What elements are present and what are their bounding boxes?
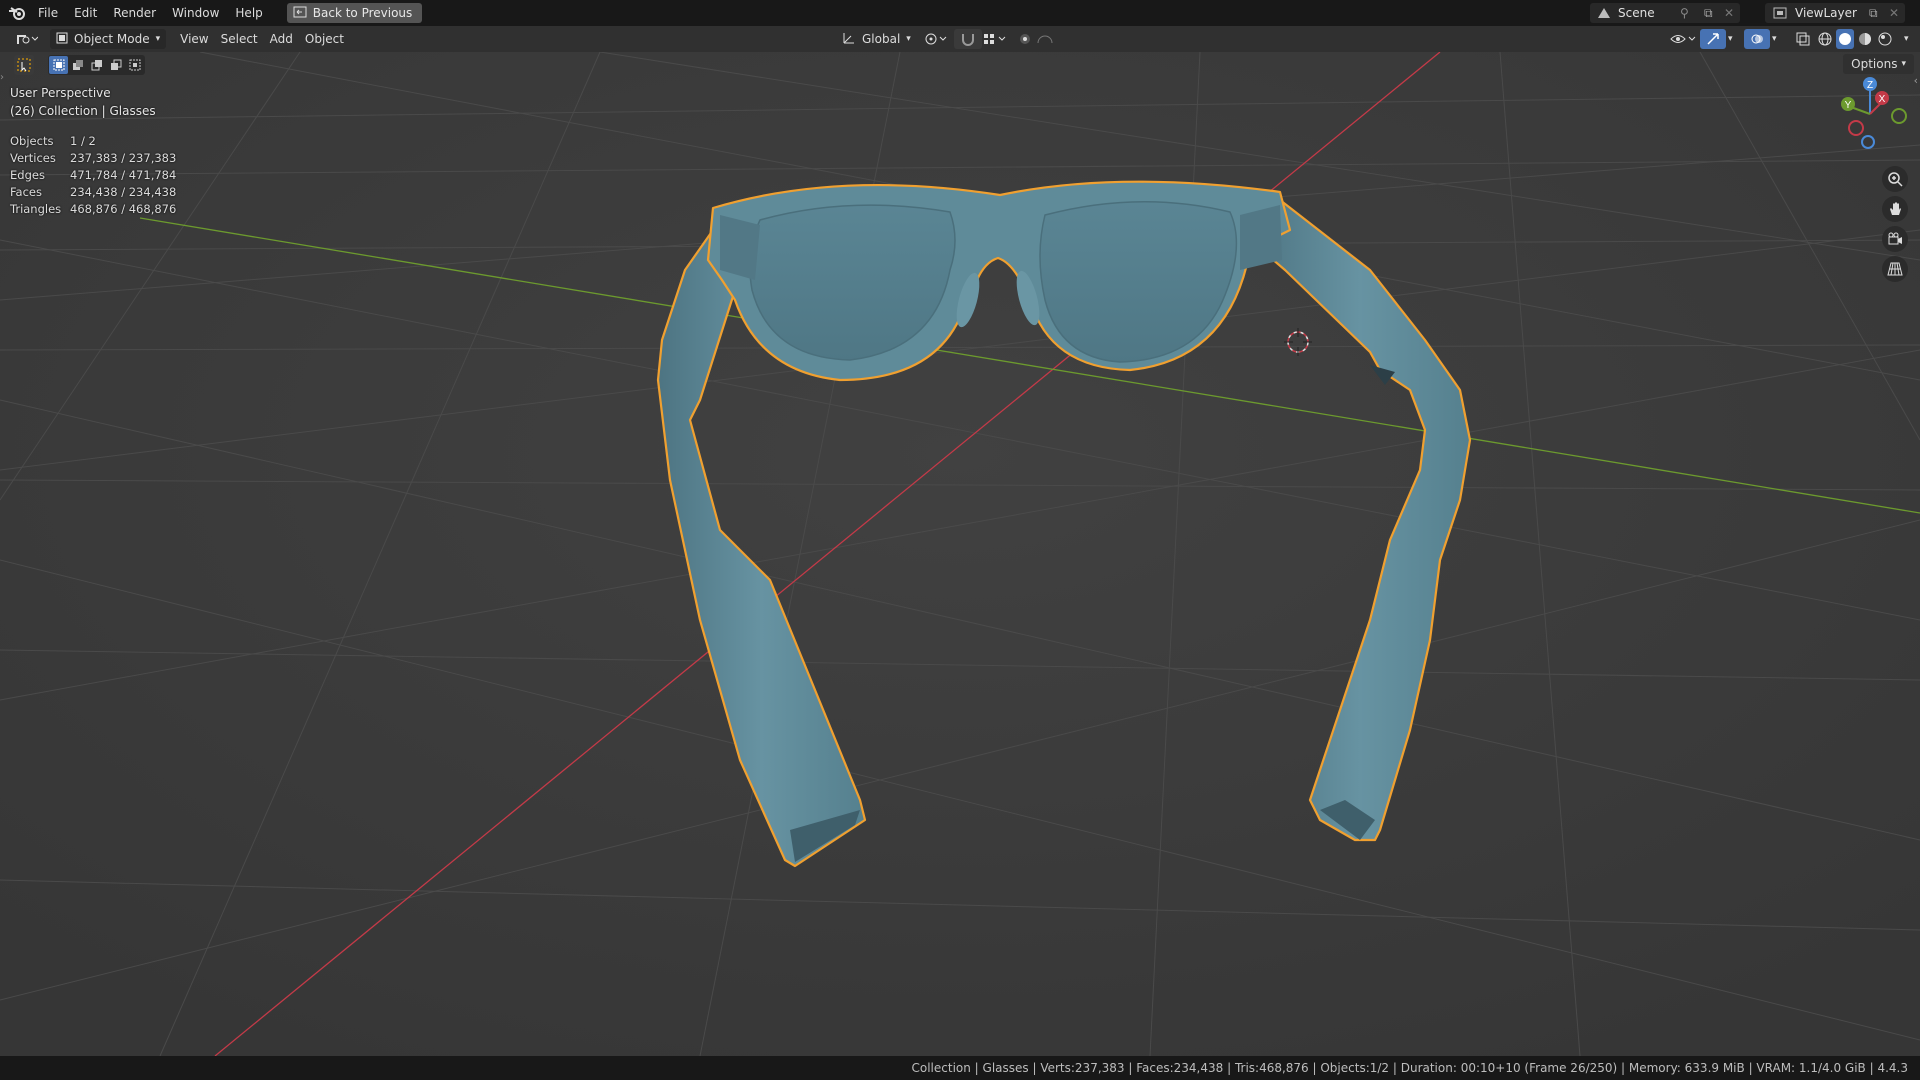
solid-sphere-icon [1839,33,1851,45]
view-perspective-label: User Perspective [10,86,111,100]
stat-triangles: Triangles 468,876 / 468,876 [10,201,177,216]
selection-mode-group [48,55,145,75]
xray-toggle[interactable] [1790,29,1816,49]
material-sphere-icon [1859,33,1871,45]
gizmo-neg-y-icon [1891,108,1907,124]
gizmo-x-label: X [1879,94,1886,105]
magnet-icon [962,34,974,46]
snap-target-dropdown[interactable] [976,29,1014,49]
navigation-gizmo[interactable]: Z X Y [1830,74,1910,154]
overlays-icon [1751,34,1763,44]
shading-rendered-button[interactable] [1876,29,1894,49]
chevron-down-icon: ▾ [906,34,911,44]
pan-view-icon[interactable] [1882,196,1908,222]
view-layer-selector[interactable]: ViewLayer ⧉ ✕ [1765,3,1905,23]
left-hinge [720,215,760,280]
shading-solid-button[interactable] [1836,29,1854,49]
transform-orientation-dropdown[interactable]: Global ▾ [836,29,917,49]
close-layer-icon[interactable]: ✕ [1889,6,1905,20]
select-intersect-icon[interactable] [125,56,144,74]
editor-type-dropdown[interactable] [10,29,44,49]
options-label: Options [1851,57,1898,71]
xray-icon [1796,32,1810,46]
menu-select[interactable]: Select [215,29,264,49]
overlays-dropdown-chevron-icon[interactable]: ▾ [1766,29,1783,49]
scene-selector[interactable]: Scene ⚲ ⧉ ✕ [1590,3,1740,23]
orientation-icon [842,31,856,48]
zoom-view-icon[interactable] [1882,166,1908,192]
stat-vertices: Vertices 237,383 / 237,383 [10,150,177,165]
wireframe-sphere-icon [1818,32,1832,46]
menu-view[interactable]: View [174,29,214,49]
gizmo-z-label: Z [1867,80,1873,91]
viewport-canvas [0,52,1920,1056]
camera-view-icon[interactable] [1882,226,1908,252]
menu-object[interactable]: Object [299,29,350,49]
status-info: Collection | Glasses | Verts:237,383 | F… [911,1061,1909,1075]
left-toolbar-toggle-icon[interactable]: › [0,72,4,83]
new-layer-icon[interactable]: ⧉ [1869,6,1889,21]
pin-icon[interactable]: ⚲ [1680,6,1704,20]
new-scene-icon[interactable]: ⧉ [1704,6,1724,21]
select-invert-icon[interactable] [106,56,125,74]
gizmo-y-label: Y [1845,100,1852,111]
scene-statistics: Objects 1 / 2 Vertices 237,383 / 237,383 E… [10,132,176,217]
stat-edges: Edges 471,784 / 471,784 [10,167,177,182]
proportional-edit-icon [1020,34,1053,44]
menu-help[interactable]: Help [227,0,270,26]
stat-objects: Objects 1 / 2 [10,133,96,148]
object-mode-icon [56,32,68,47]
view-layer-name: ViewLayer [1795,6,1857,20]
select-extend-icon[interactable] [68,56,87,74]
menu-render[interactable]: Render [105,0,164,26]
mode-dropdown[interactable]: Object Mode ▾ [50,29,167,49]
shading-wireframe-button[interactable] [1816,29,1834,49]
stat-faces: Faces 234,438 / 234,438 [10,184,177,199]
eye-icon [1670,35,1696,43]
menu-window[interactable]: Window [164,0,227,26]
options-dropdown[interactable]: Options ▾ [1843,54,1914,74]
editor-type-icon [17,35,38,44]
menu-add[interactable]: Add [264,29,299,49]
gizmo-neg-x-icon [1848,120,1864,136]
select-new-icon[interactable] [49,56,68,74]
3d-viewport[interactable]: User Perspective (26) Collection | Glass… [0,52,1920,1056]
scene-name: Scene [1618,6,1655,20]
menu-file[interactable]: File [30,0,66,26]
mode-label: Object Mode [74,32,150,46]
orientation-label: Global [862,32,901,46]
sidebar-toggle-icon[interactable]: ‹ [1914,74,1918,87]
back-label: Back to Previous [312,6,413,20]
viewport-header: Object Mode ▾ View Select Add Object Glo… [0,26,1920,52]
gizmo-dropdown-chevron-icon[interactable]: ▾ [1722,29,1739,49]
select-subtract-icon[interactable] [87,56,106,74]
view-layer-icon [1765,6,1795,20]
back-icon [293,6,307,21]
back-to-previous-button[interactable]: Back to Previous [286,3,423,23]
visibility-dropdown[interactable] [1664,29,1704,49]
perspective-toggle-icon[interactable] [1882,256,1908,282]
chevron-down-icon: ▾ [155,34,161,44]
close-scene-icon[interactable]: ✕ [1724,6,1740,20]
shading-material-button[interactable] [1856,29,1874,49]
snap-grid-icon [984,34,1006,44]
rendered-sphere-icon [1878,32,1892,46]
menu-edit[interactable]: Edit [66,0,105,26]
gizmo-icon [1707,33,1719,45]
chevron-down-icon: ▾ [1901,59,1906,69]
proportional-edit-toggle[interactable] [1012,29,1064,49]
pivot-point-dropdown[interactable] [918,29,956,49]
right-hinge [1240,205,1282,270]
active-collection-label: (26) Collection | Glasses [10,104,156,118]
gizmo-neg-z-icon [1861,135,1875,149]
shading-dropdown-chevron-icon[interactable]: ▾ [1898,29,1915,49]
pivot-icon [925,33,947,45]
scene-icon [1590,6,1618,20]
blender-logo-icon[interactable] [4,0,30,26]
status-bar: Collection | Glasses | Verts:237,383 | F… [0,1056,1920,1080]
tool-select-box-icon[interactable] [14,55,34,75]
